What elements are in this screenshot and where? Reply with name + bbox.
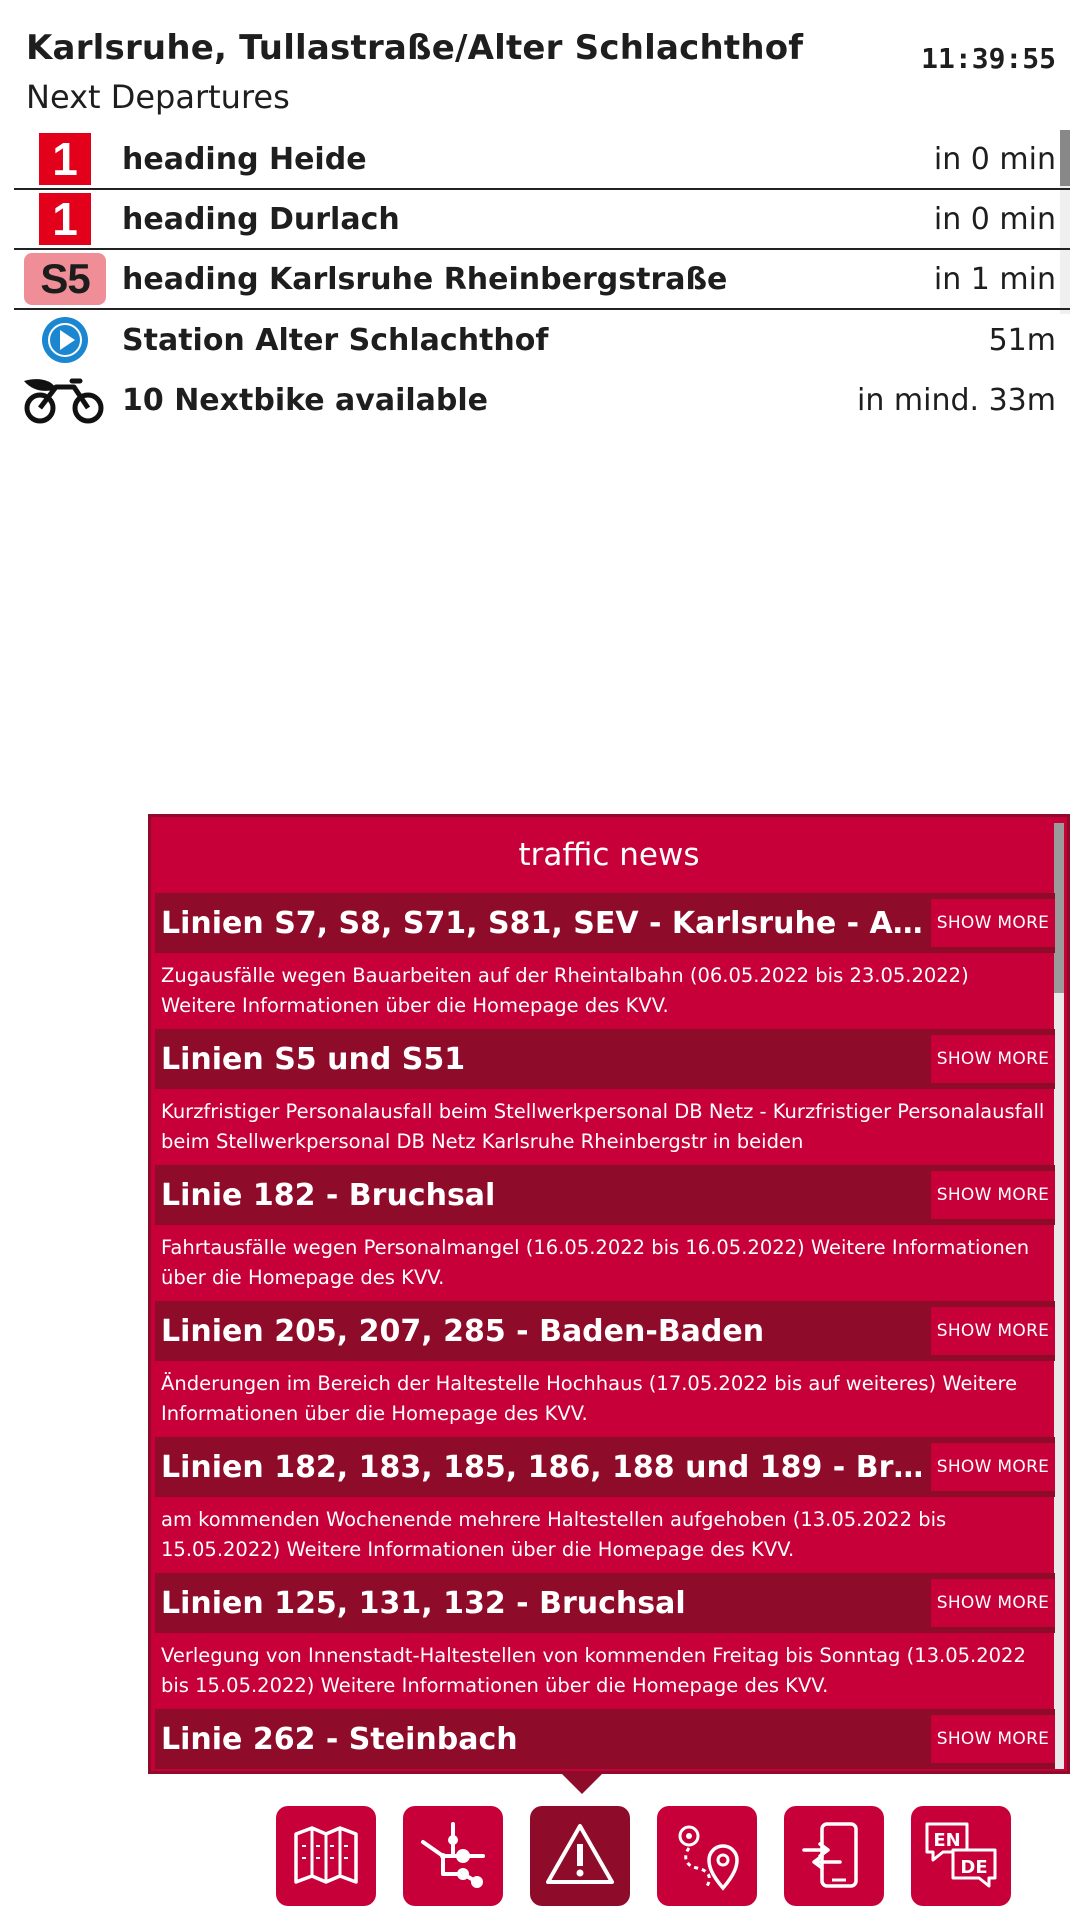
traffic-news-panel: traffic news Linien S7, S8, S71, S81, SE…	[148, 814, 1070, 1774]
news-item-title: Linien 182, 183, 185, 186, 188 und 189 -…	[161, 1449, 935, 1485]
map-icon	[294, 1826, 358, 1884]
show-more-button[interactable]: SHOW MORE	[931, 1715, 1055, 1763]
station-label: Station Alter Schlachthof	[122, 322, 549, 358]
news-item: Linien 205, 207, 285 - Baden-Baden SHOW …	[155, 1301, 1055, 1437]
news-item: Linie 182 - Bruchsal SHOW MORE Fahrtausf…	[155, 1165, 1055, 1301]
language-en-de-icon: EN DE	[925, 1822, 997, 1888]
news-item-title: Linien S5 und S51	[161, 1041, 466, 1077]
news-item-body: Änderungen im Bereich der Haltestelle Ho…	[161, 1372, 1018, 1425]
news-item-body: Verlegung von Innenstadt-Haltestellen vo…	[161, 1644, 1026, 1697]
map-button[interactable]	[276, 1806, 376, 1906]
departure-time: in 1 min	[933, 261, 1056, 297]
route-button[interactable]	[657, 1806, 757, 1906]
show-more-button[interactable]: SHOW MORE	[931, 1443, 1055, 1491]
line-badge: 1	[39, 133, 91, 185]
network-icon	[421, 1822, 485, 1888]
news-item-title: Linie 182 - Bruchsal	[161, 1177, 496, 1213]
news-item-body: Kurzfristiger Personalausfall beim Stell…	[161, 1100, 1045, 1153]
station-distance: 51m	[988, 322, 1056, 358]
traffic-news-button[interactable]	[530, 1806, 630, 1906]
news-scrollbar[interactable]	[1054, 823, 1064, 1769]
bike-label: 10 Nextbike available	[122, 382, 488, 418]
header: Karlsruhe, Tullastraße/Alter Schlachthof…	[26, 28, 1056, 118]
departure-destination: heading Heide	[122, 141, 367, 177]
bike-row[interactable]: 10 Nextbike available in mind. 33m	[14, 370, 1070, 430]
news-item-body: am kommenden Wochenende mehrere Halteste…	[161, 1508, 947, 1561]
departure-list: 1 heading Heide in 0 min 1 heading Durla…	[14, 130, 1070, 430]
news-item: Linien S5 und S51 SHOW MORE Kurzfristige…	[155, 1029, 1055, 1165]
line-badge: S5	[24, 253, 106, 305]
departure-row[interactable]: 1 heading Heide in 0 min	[14, 130, 1070, 190]
departure-row[interactable]: 1 heading Durlach in 0 min	[14, 190, 1070, 250]
departure-destination: heading Karlsruhe Rheinbergstraße	[122, 261, 728, 297]
news-item: Linien S7, S8, S71, S81, SEV - Karlsruhe…	[155, 893, 1055, 1029]
show-more-button[interactable]: SHOW MORE	[931, 1171, 1055, 1219]
route-pin-icon	[678, 1825, 739, 1891]
language-button[interactable]: EN DE	[911, 1806, 1011, 1906]
news-item-title: Linien S7, S8, S71, S81, SEV - Karlsruhe…	[161, 905, 935, 941]
show-more-button[interactable]: SHOW MORE	[931, 899, 1055, 947]
line-badge: 1	[39, 193, 91, 245]
departure-destination: heading Durlach	[122, 201, 400, 237]
show-more-button[interactable]: SHOW MORE	[931, 1579, 1055, 1627]
show-more-button[interactable]: SHOW MORE	[931, 1307, 1055, 1355]
clock: 11:39:55	[921, 42, 1056, 75]
news-item-title: Linie 262 - Steinbach	[161, 1721, 518, 1757]
network-button[interactable]	[403, 1806, 503, 1906]
news-item-body: Zugausfälle wegen Bauarbeiten auf der Rh…	[161, 964, 969, 1017]
news-item-title: Linien 125, 131, 132 - Bruchsal	[161, 1585, 686, 1621]
news-item-title: Linien 205, 207, 285 - Baden-Baden	[161, 1313, 765, 1349]
play-circle-icon	[42, 317, 88, 363]
news-item: Linie 262 - Steinbach SHOW MORE	[155, 1709, 1055, 1769]
transfer-phone-icon	[802, 1822, 858, 1888]
traffic-news-title: traffic news	[518, 837, 700, 873]
stop-name: Karlsruhe, Tullastraße/Alter Schlachthof	[26, 28, 804, 68]
transfer-button[interactable]	[784, 1806, 884, 1906]
departure-row[interactable]: S5 heading Karlsruhe Rheinbergstraße in …	[14, 250, 1070, 310]
news-scroll-thumb[interactable]	[1054, 823, 1064, 993]
news-item-body: Fahrtausfälle wegen Personalmangel (16.0…	[161, 1236, 1030, 1289]
warning-icon	[546, 1824, 614, 1884]
subtitle: Next Departures	[26, 78, 290, 116]
active-tab-pointer	[560, 1772, 604, 1794]
bike-distance: in mind. 33m	[857, 382, 1056, 418]
news-item: Linien 125, 131, 132 - Bruchsal SHOW MOR…	[155, 1573, 1055, 1709]
news-item: Linien 182, 183, 185, 186, 188 und 189 -…	[155, 1437, 1055, 1573]
departure-time: in 0 min	[933, 201, 1056, 237]
language-en-label: EN	[933, 1830, 960, 1851]
station-row[interactable]: Station Alter Schlachthof 51m	[14, 310, 1070, 370]
show-more-button[interactable]: SHOW MORE	[931, 1035, 1055, 1083]
bottom-toolbar: EN DE	[276, 1806, 1012, 1910]
language-de-label: DE	[960, 1857, 987, 1878]
departure-time: in 0 min	[933, 141, 1056, 177]
bicycle-icon	[24, 378, 104, 424]
